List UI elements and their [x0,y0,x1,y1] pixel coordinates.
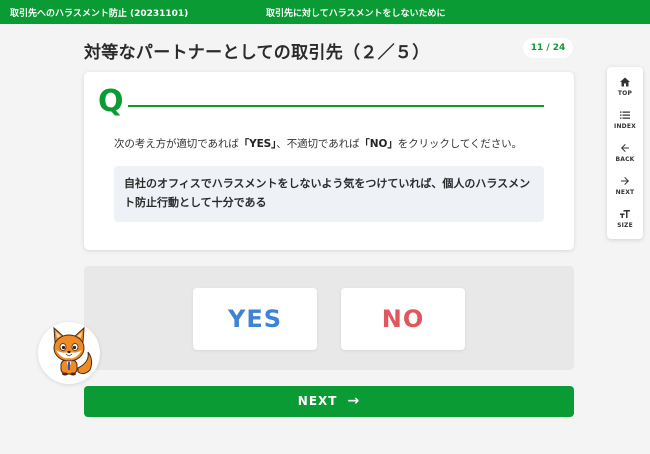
next-button-label: NEXT [297,394,338,408]
nav-next-label: NEXT [615,189,635,196]
page-counter: 11 / 24 [523,38,573,58]
question-card: Q 次の考え方が適切であれば「YES」、不適切であれば「NO」をクリックしてくだ… [84,72,574,250]
instruction-text-2: 、不適切であれば [276,138,360,150]
fox-mascot-icon [53,326,93,376]
nav-size-label: SIZE [617,222,633,229]
list-icon [620,111,630,119]
nav-size[interactable]: SIZE [607,205,643,237]
arrow-right-icon: → [347,393,361,409]
nav-index-label: INDEX [614,123,636,130]
chapter-title: 取引先に対してハラスメントをしないために [266,9,446,19]
nav-back[interactable]: BACK [607,139,643,171]
question-statement: 自社のオフィスでハラスメントをしないよう気をつけていれば、個人のハラスメント防止… [114,166,544,222]
question-underline [128,105,544,107]
course-title: 取引先へのハラスメント防止 (20231101) [10,9,189,19]
answer-area: YES NO [84,266,574,370]
arrow-right-icon [621,177,629,185]
nav-index[interactable]: INDEX [607,106,643,138]
page-title: 対等なパートナーとしての取引先（２／５） [84,43,430,63]
question-instruction: 次の考え方が適切であれば「YES」、不適切であれば「NO」をクリックしてください… [114,136,554,151]
yes-button[interactable]: YES [193,288,317,350]
instruction-yes-quote: 「YES」 [238,138,277,150]
question-mark-letter: Q [98,84,124,119]
instruction-no-quote: 「NO」 [359,138,398,150]
nav-back-label: BACK [615,156,635,163]
instruction-text-1: 次の考え方が適切であれば [114,138,239,150]
mascot-avatar [38,322,100,384]
instruction-text-3: をクリックしてください。 [397,138,522,150]
side-navigation: TOP INDEX BACK NEXT SIZE [607,67,643,239]
nav-next[interactable]: NEXT [607,172,643,204]
home-icon [620,77,630,87]
nav-top-label: TOP [617,90,633,97]
top-header-bar: 取引先へのハラスメント防止 (20231101) 取引先に対してハラスメントをし… [0,0,650,24]
no-button[interactable]: NO [341,288,465,350]
next-button[interactable]: NEXT → [84,386,574,417]
nav-top[interactable]: TOP [607,73,643,105]
arrow-left-icon [621,144,629,152]
text-size-icon [620,210,630,218]
